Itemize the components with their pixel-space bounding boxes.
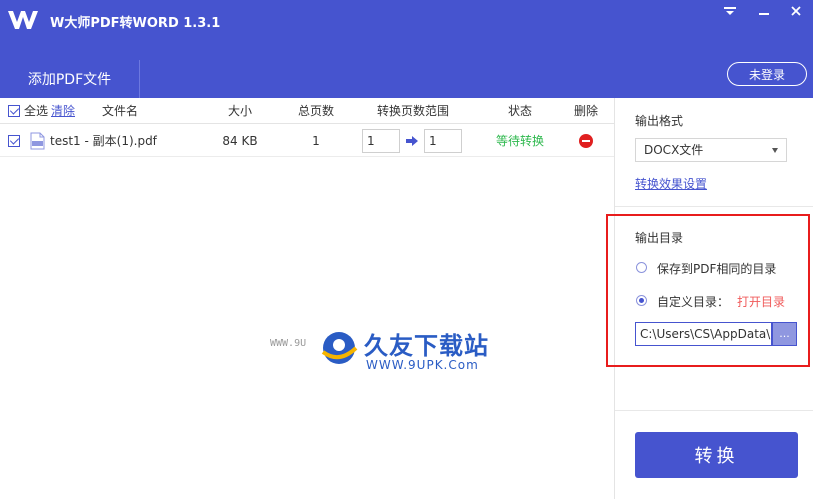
arrow-right-icon	[406, 136, 418, 146]
same-dir-radio[interactable]	[636, 262, 647, 273]
header-filename: 文件名	[101, 104, 138, 118]
select-all-checkbox[interactable]	[8, 105, 20, 117]
row-checkbox[interactable]	[8, 135, 20, 147]
convert-button[interactable]: 转换	[635, 432, 798, 478]
minimize-icon[interactable]	[747, 0, 781, 22]
browse-button[interactable]: ...	[772, 322, 797, 346]
clear-link[interactable]: 清除	[51, 98, 77, 124]
header-status: 状态	[507, 104, 532, 118]
output-dir-label: 输出目录	[635, 231, 684, 245]
chevron-down-icon	[772, 148, 778, 153]
table-row[interactable]: test1 - 副本(1).pdf 84 KB 1 1 1 等待转换	[0, 125, 614, 157]
file-list: 全选 清除 文件名 大小 总页数 转换页数范围 状态 删除 test1 - 副本…	[0, 98, 614, 499]
row-status: 等待转换	[495, 134, 544, 148]
login-button[interactable]: 未登录	[727, 62, 807, 86]
header-page-range: 转换页数范围	[376, 104, 449, 118]
row-filename: test1 - 副本(1).pdf	[50, 134, 157, 148]
watermark: WWW.9U 久友下载站 WWW.9UPK.Com	[270, 324, 500, 376]
settings-panel: 输出格式 DOCX文件 转换效果设置 输出目录 保存到PDF相同的目录 自定义目…	[606, 98, 813, 499]
add-pdf-tab[interactable]: 添加PDF文件	[0, 60, 140, 98]
output-format-value: DOCX文件	[644, 143, 704, 157]
custom-dir-label: 自定义目录：	[657, 295, 730, 309]
close-icon[interactable]	[779, 0, 813, 22]
app-logo-icon	[8, 11, 38, 29]
header-size: 大小	[227, 104, 252, 118]
select-all-label: 全选	[24, 104, 49, 118]
pdf-file-icon	[30, 132, 45, 150]
divider	[615, 410, 813, 411]
app-title: W大师PDF转WORD 1.3.1	[50, 16, 221, 31]
row-total-pages: 1	[312, 134, 320, 148]
menu-icon[interactable]	[713, 0, 747, 22]
custom-path-input[interactable]: C:\Users\CS\AppData\R	[635, 322, 772, 346]
file-list-header: 全选 清除 文件名 大小 总页数 转换页数范围 状态 删除	[0, 98, 614, 124]
watermark-brand: 久友下载站	[364, 332, 489, 360]
toolbar: 添加PDF文件 未登录	[0, 42, 813, 98]
header-total-pages: 总页数	[297, 104, 334, 118]
output-format-label: 输出格式	[635, 114, 684, 128]
effect-settings-link[interactable]: 转换效果设置	[635, 175, 707, 192]
watermark-url: WWW.9UPK.Com	[366, 358, 479, 372]
custom-dir-radio[interactable]	[636, 295, 647, 306]
watermark-logo-icon	[321, 332, 358, 364]
row-size: 84 KB	[222, 134, 258, 148]
header-delete: 删除	[573, 104, 598, 118]
title-bar: W大师PDF转WORD 1.3.1	[0, 0, 813, 42]
range-start-input[interactable]: 1	[362, 129, 400, 153]
same-dir-label: 保存到PDF相同的目录	[657, 262, 777, 276]
delete-icon[interactable]	[579, 134, 593, 148]
output-format-select[interactable]: DOCX文件	[635, 138, 787, 162]
divider	[615, 206, 813, 207]
range-end-input[interactable]: 1	[424, 129, 462, 153]
open-dir-link[interactable]: 打开目录	[737, 293, 785, 310]
watermark-prefix: WWW.9U	[270, 338, 307, 349]
